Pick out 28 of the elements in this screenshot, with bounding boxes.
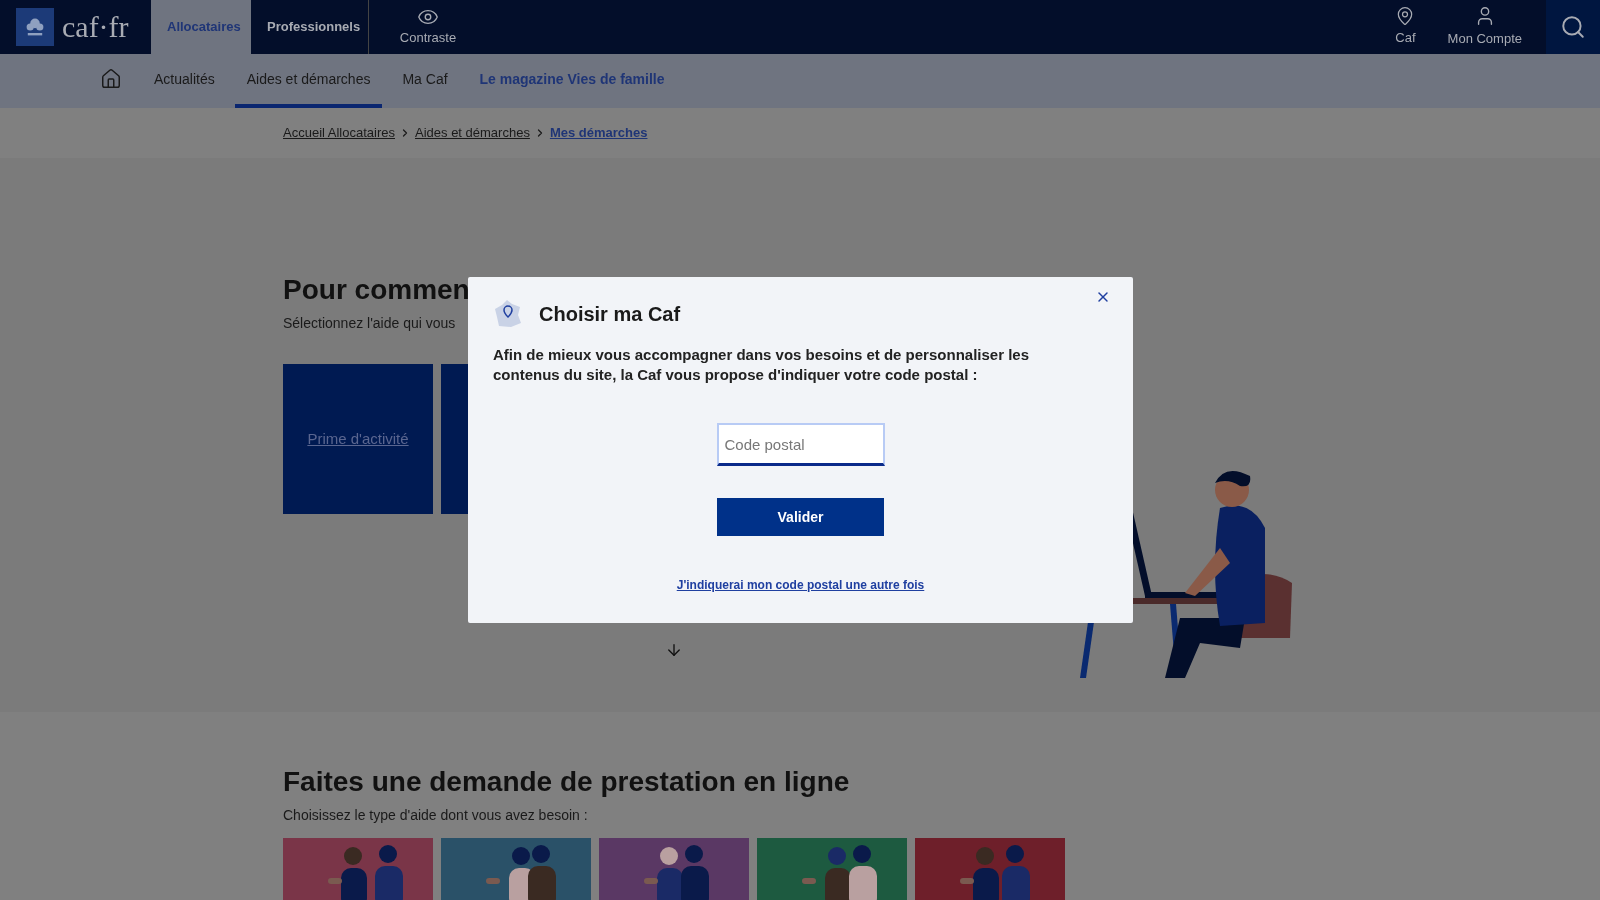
postpone-link[interactable]: J'indiquerai mon code postal une autre fois [676,576,925,594]
logo-text: caf·fr [62,12,129,42]
aid-card[interactable]: Prime d'activité [283,364,433,514]
header-link[interactable]: Mon Compte [1431,0,1538,54]
audience-tab[interactable]: Allocataires [151,0,251,54]
header-link[interactable]: Caf [1379,0,1432,54]
submit-button[interactable]: Valider [717,498,884,536]
logo-icon [16,8,54,46]
section-title: Faites une demande de prestation en ligne [283,765,851,799]
section-subtitle: Choisissez le type d'aide dont vous avez besoin : [283,806,589,825]
home-icon [100,68,122,90]
section-title: Pour commen [283,273,470,307]
nav-link[interactable]: Le magazine Vies de famille [467,54,677,108]
dialog-title: Choisir ma Caf [539,302,681,327]
breadcrumb-link[interactable]: Accueil Allocataires [283,123,395,143]
section-subtitle: Sélectionnez l'aide qui vous [283,314,456,333]
nav-link[interactable]: Ma Caf [390,54,460,108]
breadcrumb-link[interactable]: Mes démarches [549,123,648,143]
breadcrumb-link[interactable]: Aides et démarches [415,123,530,143]
dialog-message: Afin de mieux vous accompagner dans vos besoins et de personnaliser les contenus du site, la Caf vous propose d'indiquer votre code postal : [493,345,1030,385]
close-icon [1095,289,1111,305]
search-button[interactable] [1546,0,1600,54]
search-icon [1560,14,1586,40]
nav-link[interactable]: Actualités [142,54,227,108]
contrast-button[interactable]: Contraste [369,0,487,54]
scroll-down-icon[interactable] [665,641,683,659]
postal-code-field[interactable]: Code postal [716,423,885,466]
map-pin-icon [493,299,523,329]
